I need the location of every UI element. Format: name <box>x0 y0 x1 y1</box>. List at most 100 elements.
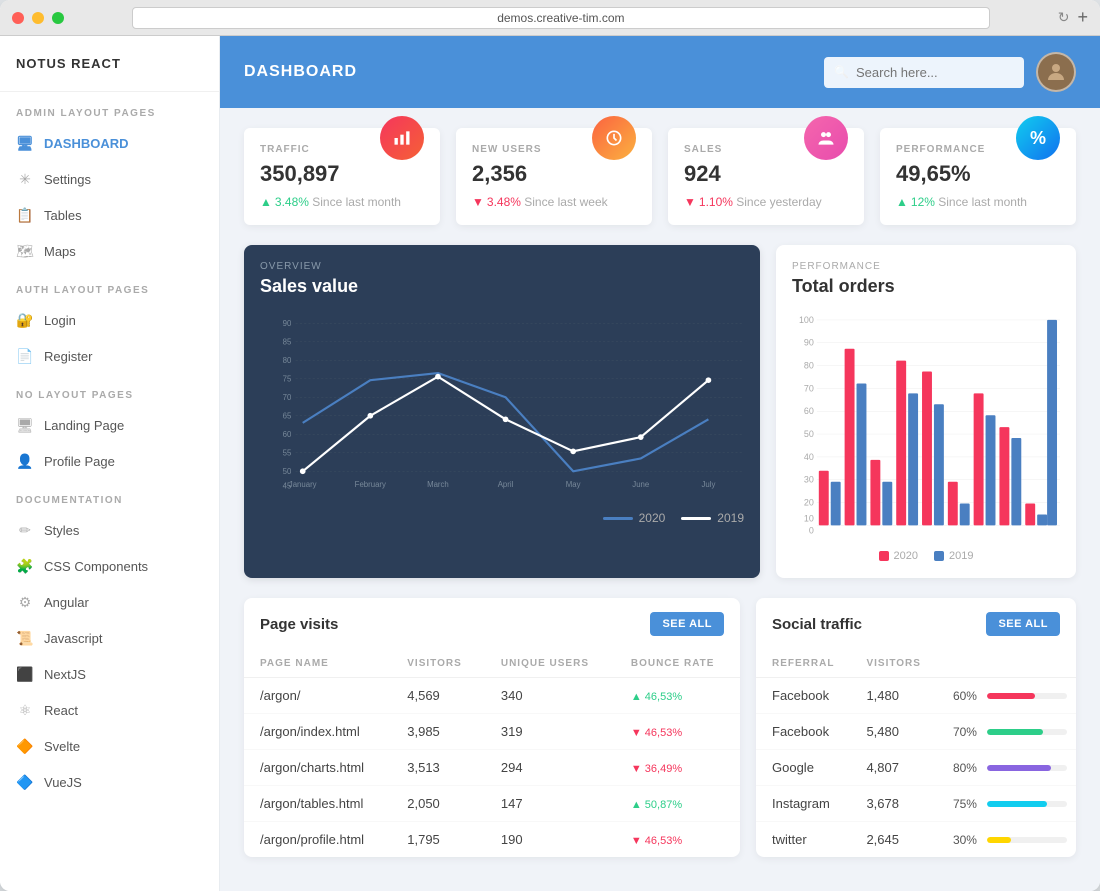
stat-value: 2,356 <box>472 161 542 187</box>
visitors-cell: 3,513 <box>391 750 485 786</box>
charts-row: OVERVIEW Sales value <box>244 245 1076 578</box>
sidebar-item-styles[interactable]: ✏ Styles <box>0 512 219 548</box>
bar-legend-dot-2019 <box>934 551 944 561</box>
browser-minimize-btn[interactable] <box>32 12 44 24</box>
col-visitors: VISITORS <box>850 650 937 678</box>
stat-change: ▲3.48% Since last month <box>260 195 424 209</box>
sidebar-item-login[interactable]: 🔐 Login <box>0 302 219 338</box>
perf-card-label: PERFORMANCE <box>792 261 1060 272</box>
map-icon: 🗺 <box>16 242 34 260</box>
bounce-rate-cell: ▼ 46,53% <box>615 822 740 858</box>
sidebar-item-vuejs[interactable]: 🔷 VueJS <box>0 764 219 800</box>
bounce-rate-cell: ▼ 46,53% <box>615 714 740 750</box>
stat-card-sales: SALES 924 ▼1.10% Since yesterday <box>668 128 864 225</box>
search-input[interactable] <box>824 57 1024 88</box>
sidebar-label-login: Login <box>44 313 76 328</box>
page-title: DASHBOARD <box>244 63 357 81</box>
col-visitors: VISITORS <box>391 650 485 678</box>
bar-chart-svg: 100 90 80 70 60 50 40 30 20 10 0 <box>792 309 1060 537</box>
stat-card-top: PERFORMANCE 49,65% % <box>896 144 1060 187</box>
svg-text:90: 90 <box>283 319 292 328</box>
stat-icon-newusers <box>592 116 636 160</box>
page-visits-see-all-button[interactable]: SEE ALL <box>650 612 724 636</box>
login-icon: 🔐 <box>16 311 34 329</box>
bar-chart-container: 100 90 80 70 60 50 40 30 20 10 0 <box>792 309 1060 542</box>
line-chart-svg: 90 85 80 75 70 65 60 55 50 45 <box>260 309 744 494</box>
sidebar-label-vuejs: VueJS <box>44 775 82 790</box>
stat-card-top: SALES 924 <box>684 144 848 187</box>
social-traffic-see-all-button[interactable]: SEE ALL <box>986 612 1060 636</box>
svg-text:55: 55 <box>283 449 292 458</box>
col-unique-users: UNIQUE USERS <box>485 650 615 678</box>
stat-info: PERFORMANCE 49,65% <box>896 144 985 187</box>
svg-text:50: 50 <box>804 429 814 439</box>
social-traffic-title: Social traffic <box>772 616 862 633</box>
col-referral: REFERRAL <box>756 650 850 678</box>
sidebar-item-settings[interactable]: ✳ Settings <box>0 161 219 197</box>
sidebar-label-angular: Angular <box>44 595 89 610</box>
topbar-right <box>824 52 1076 92</box>
settings-icon: ✳ <box>16 170 34 188</box>
browser-url-bar[interactable]: demos.creative-tim.com <box>132 7 990 29</box>
svg-text:100: 100 <box>799 315 814 325</box>
table-row: /argon/charts.html 3,513 294 ▼ 36,49% <box>244 750 740 786</box>
page-visits-title: Page visits <box>260 616 338 633</box>
vuejs-icon: 🔷 <box>16 773 34 791</box>
sidebar-label-maps: Maps <box>44 244 76 259</box>
stat-label: PERFORMANCE <box>896 144 985 155</box>
table-icon: 📋 <box>16 206 34 224</box>
browser-maximize-btn[interactable] <box>52 12 64 24</box>
referral-cell: Google <box>756 750 850 786</box>
sidebar-item-css[interactable]: 🧩 CSS Components <box>0 548 219 584</box>
sidebar-item-svelte[interactable]: 🔶 Svelte <box>0 728 219 764</box>
sidebar-item-maps[interactable]: 🗺 Maps <box>0 233 219 269</box>
browser-close-btn[interactable] <box>12 12 24 24</box>
sidebar-label-css: CSS Components <box>44 559 148 574</box>
bar-legend-2019: 2019 <box>934 550 973 562</box>
section-label-docs: DOCUMENTATION <box>0 479 219 512</box>
list-item: Google 4,807 80% <box>756 750 1076 786</box>
sidebar-item-landing[interactable]: 🖥 Landing Page <box>0 407 219 443</box>
visitors-cell: 2,050 <box>391 786 485 822</box>
unique-users-cell: 147 <box>485 786 615 822</box>
avatar[interactable] <box>1036 52 1076 92</box>
progress-cell: 75% <box>937 786 1076 822</box>
bounce-rate-cell: ▲ 46,53% <box>615 678 740 714</box>
sidebar-label-landing: Landing Page <box>44 418 124 433</box>
sidebar-item-register[interactable]: 📄 Register <box>0 338 219 374</box>
stat-label: NEW USERS <box>472 144 542 155</box>
unique-users-cell: 340 <box>485 678 615 714</box>
stat-card-performance: PERFORMANCE 49,65% % ▲12% Since last mon… <box>880 128 1076 225</box>
progress-cell: 70% <box>937 714 1076 750</box>
sidebar-item-react[interactable]: ⚛ React <box>0 692 219 728</box>
visitors-cell: 1,795 <box>391 822 485 858</box>
react-icon: ⚛ <box>16 701 34 719</box>
col-bounce-rate: BOUNCE RATE <box>615 650 740 678</box>
js-icon: 📜 <box>16 629 34 647</box>
list-item: Facebook 5,480 70% <box>756 714 1076 750</box>
browser-refresh-icon[interactable]: ↻ <box>1058 9 1070 26</box>
sales-chart-card: OVERVIEW Sales value <box>244 245 760 578</box>
perf-card-title: Total orders <box>792 276 1060 297</box>
new-tab-button[interactable]: + <box>1077 7 1088 28</box>
svg-text:70: 70 <box>804 383 814 393</box>
nextjs-icon: ⬛ <box>16 665 34 683</box>
sidebar-item-dashboard[interactable]: 🖥 DASHBOARD <box>0 125 219 161</box>
sidebar-label-react: React <box>44 703 78 718</box>
sidebar-label-svelte: Svelte <box>44 739 80 754</box>
sidebar-label-styles: Styles <box>44 523 79 538</box>
sidebar-item-javascript[interactable]: 📜 Javascript <box>0 620 219 656</box>
svg-text:March: March <box>427 480 449 489</box>
referral-cell: Facebook <box>756 678 850 714</box>
stat-label: TRAFFIC <box>260 144 340 155</box>
sidebar-item-tables[interactable]: 📋 Tables <box>0 197 219 233</box>
bounce-rate-cell: ▲ 50,87% <box>615 786 740 822</box>
search-wrapper <box>824 57 1024 88</box>
sidebar-item-nextjs[interactable]: ⬛ NextJS <box>0 656 219 692</box>
legend-item-2020: 2020 <box>603 511 666 525</box>
profile-icon: 👤 <box>16 452 34 470</box>
bar-legend-dot-2020 <box>879 551 889 561</box>
app-container: NOTUS REACT ADMIN LAYOUT PAGES 🖥 DASHBOA… <box>0 36 1100 891</box>
sidebar-item-angular[interactable]: ⚙ Angular <box>0 584 219 620</box>
sidebar-item-profile[interactable]: 👤 Profile Page <box>0 443 219 479</box>
